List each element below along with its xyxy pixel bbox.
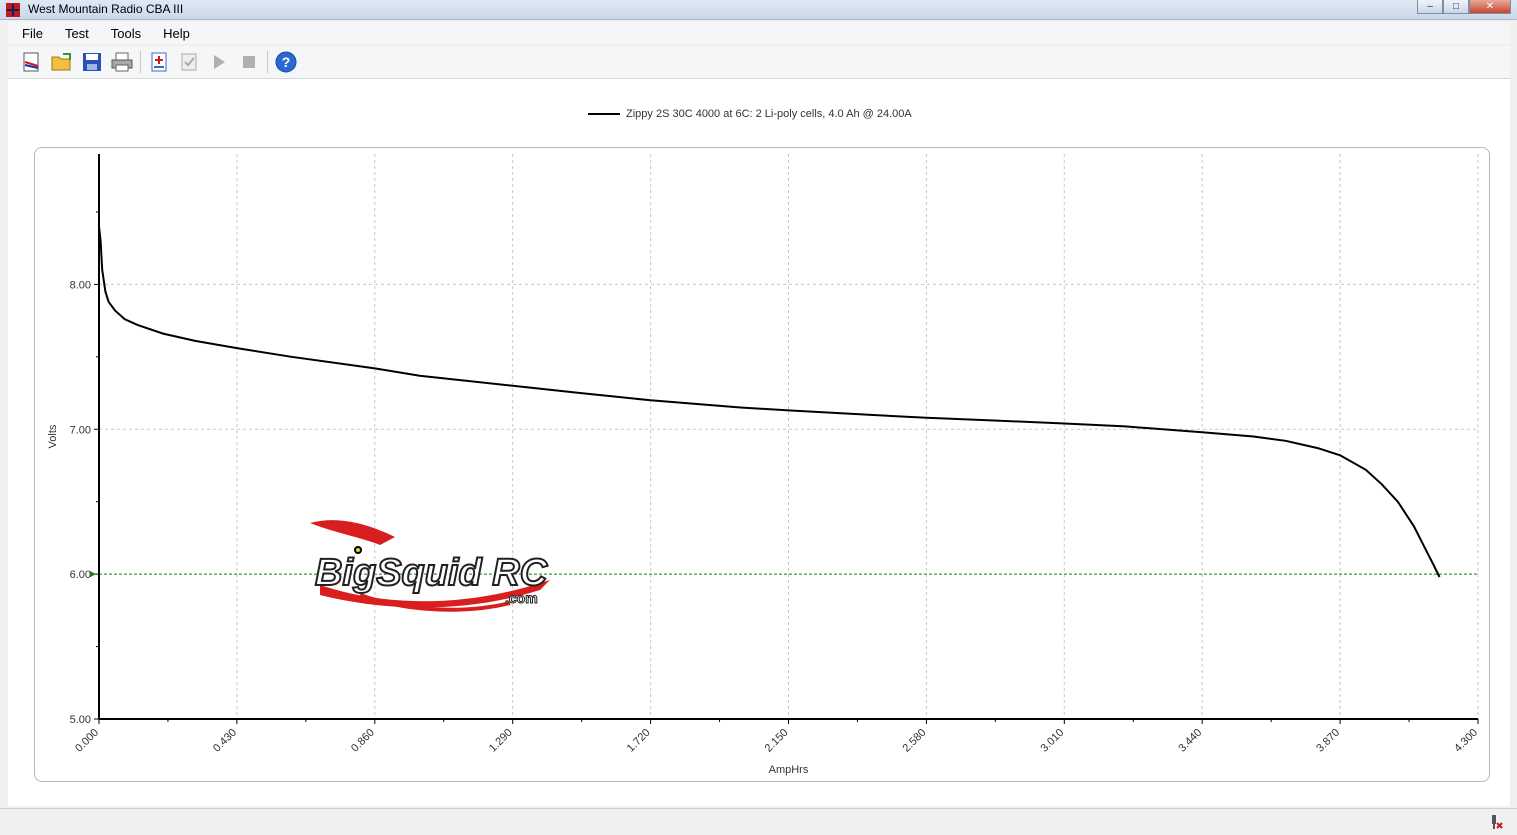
open-folder-icon	[51, 53, 71, 71]
stop-icon	[243, 56, 255, 68]
toolbar-separator	[267, 51, 268, 73]
x-tick-label: 3.440	[1176, 727, 1204, 755]
chart-workarea: Zippy 2S 30C 4000 at 6C: 2 Li-poly cells…	[8, 79, 1510, 806]
x-tick-label: 4.300	[1452, 727, 1480, 755]
y-tick-label: 7.00	[70, 424, 91, 436]
minimize-button[interactable]: –	[1417, 0, 1443, 14]
add-report-icon	[151, 52, 167, 72]
checklist-icon	[181, 53, 197, 71]
x-tick-label: 0.430	[211, 727, 239, 755]
watermark-suffix: .com	[505, 590, 538, 606]
usb-disconnected-icon	[1492, 815, 1503, 829]
print-icon	[111, 52, 133, 72]
y-tick-label: 8.00	[70, 279, 91, 291]
x-tick-label: 3.870	[1314, 727, 1342, 755]
svg-text:?: ?	[282, 54, 291, 70]
open-button[interactable]	[50, 50, 74, 74]
x-tick-label: 0.860	[349, 727, 377, 755]
x-tick-label: 3.010	[1038, 727, 1066, 755]
cutoff-marker-icon	[90, 571, 96, 578]
help-button[interactable]: ?	[274, 50, 298, 74]
play-icon	[214, 55, 225, 69]
add-report-button[interactable]	[147, 50, 171, 74]
y-tick-label: 6.00	[70, 569, 91, 581]
x-tick-label: 2.580	[901, 727, 929, 755]
help-icon: ?	[275, 51, 297, 73]
status-bar	[0, 808, 1517, 835]
menu-tools[interactable]: Tools	[97, 26, 149, 41]
bigsquid-watermark-logo: BigSquid RC .com	[310, 520, 550, 612]
x-tick-label: 1.290	[487, 727, 515, 755]
menu-test[interactable]: Test	[51, 26, 97, 41]
menu-file[interactable]: File	[8, 26, 51, 41]
x-tick-label: 0.000	[73, 727, 101, 755]
title-bar: West Mountain Radio CBA III – □ ✕	[0, 0, 1517, 20]
checklist-button[interactable]	[177, 50, 201, 74]
window-title: West Mountain Radio CBA III	[28, 2, 184, 16]
print-button[interactable]	[110, 50, 134, 74]
discharge-chart[interactable]: 0.000 0.430 0.860 1.290 1.720 2.150 2.580 3.010…	[8, 79, 1510, 806]
new-test-icon	[23, 52, 39, 72]
y-tick-label: 5.00	[70, 714, 91, 726]
new-test-button[interactable]	[20, 50, 44, 74]
save-button[interactable]	[80, 50, 104, 74]
app-icon	[6, 3, 20, 17]
x-tick-label: 1.720	[625, 727, 653, 755]
menu-bar: File Test Tools Help	[8, 22, 1510, 44]
play-button[interactable]	[207, 50, 231, 74]
menu-help[interactable]: Help	[149, 26, 198, 41]
window-controls: – □ ✕	[1417, 0, 1511, 18]
x-tick-label: 2.150	[763, 727, 791, 755]
x-axis-label: AmpHrs	[769, 764, 809, 776]
y-axis-label: Volts	[47, 424, 59, 448]
maximize-button[interactable]: □	[1443, 0, 1469, 14]
close-button[interactable]: ✕	[1469, 0, 1511, 14]
stop-button[interactable]	[237, 50, 261, 74]
watermark-text: BigSquid RC	[315, 552, 548, 594]
toolbar-separator	[140, 51, 141, 73]
toolbar: ?	[8, 46, 1510, 79]
save-icon	[83, 53, 101, 71]
